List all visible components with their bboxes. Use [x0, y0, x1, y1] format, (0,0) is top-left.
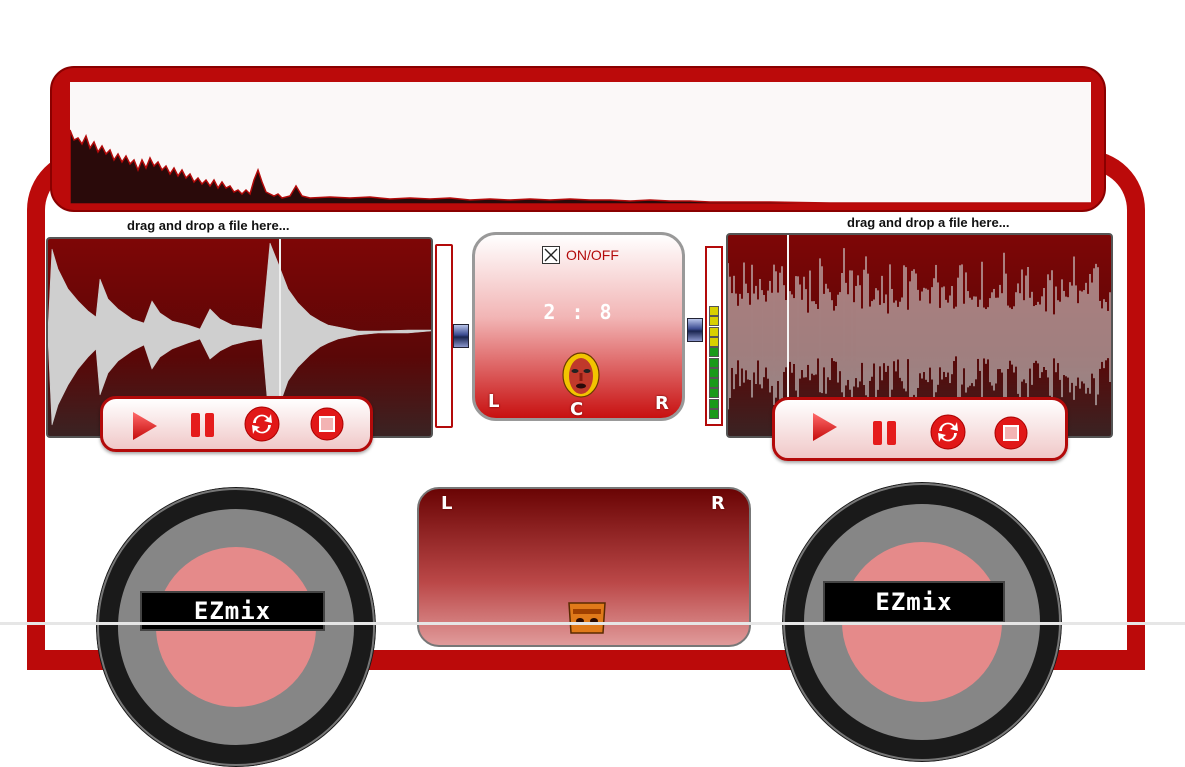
vu-segment: [709, 398, 719, 409]
pan-right-label: R: [655, 393, 669, 414]
right-play-button[interactable]: [807, 410, 841, 444]
vu-segment: [709, 306, 719, 316]
onoff-label: ON/OFF: [566, 247, 619, 263]
vu-segment: [709, 316, 719, 327]
right-crossfade-handle[interactable]: [687, 318, 703, 342]
pause-icon: [873, 421, 896, 445]
left-ezmix-label: EZmix: [140, 591, 325, 631]
onoff-checkbox[interactable]: [542, 246, 560, 264]
ratio-display: 2 : 8: [543, 300, 614, 324]
vu-segment: [709, 367, 719, 378]
left-pause-button[interactable]: [187, 409, 219, 441]
pan-mask-icon[interactable]: [565, 597, 609, 637]
right-ezmix-label: EZmix: [823, 581, 1005, 623]
right-loop-button[interactable]: [929, 413, 967, 451]
left-stop-button[interactable]: [309, 406, 345, 442]
master-waveform[interactable]: [69, 82, 1092, 205]
checkbox-x-icon: [544, 248, 558, 262]
loop-icon: [244, 406, 280, 442]
right-drop-label: drag and drop a file here...: [847, 215, 1010, 230]
pan-panel-left-label: L: [441, 493, 453, 514]
pause-icon: [191, 413, 214, 437]
stop-icon: [994, 416, 1028, 450]
loop-icon: [930, 414, 966, 450]
vu-segment: [709, 326, 719, 337]
left-pitch-fader[interactable]: [435, 244, 453, 428]
vu-segment: [709, 378, 719, 389]
right-pause-button[interactable]: [869, 417, 901, 449]
vu-segment: [709, 388, 719, 399]
stop-icon: [310, 407, 344, 441]
center-control-panel: ON/OFF 2 : 8 L C R: [472, 232, 685, 421]
pan-left-label: L: [488, 391, 500, 412]
left-loop-button[interactable]: [243, 405, 281, 443]
master-waveform-graphic: [69, 129, 1092, 205]
play-icon: [133, 412, 157, 440]
left-play-button[interactable]: [127, 409, 161, 443]
vu-segment: [709, 409, 719, 419]
left-transport-bar: [100, 396, 373, 452]
vu-segment: [709, 336, 719, 347]
pan-panel-right-label: R: [711, 493, 725, 514]
right-transport-bar: [772, 397, 1068, 461]
vu-segment: [709, 347, 719, 358]
left-crossfade-handle[interactable]: [453, 324, 469, 348]
left-drop-label: drag and drop a file here...: [127, 218, 290, 233]
play-icon: [813, 413, 837, 441]
pan-center-label: C: [570, 399, 584, 420]
vu-segment: [709, 357, 719, 368]
vu-meter: [705, 246, 723, 426]
mask-icon[interactable]: [561, 351, 601, 399]
right-stop-button[interactable]: [993, 415, 1029, 451]
